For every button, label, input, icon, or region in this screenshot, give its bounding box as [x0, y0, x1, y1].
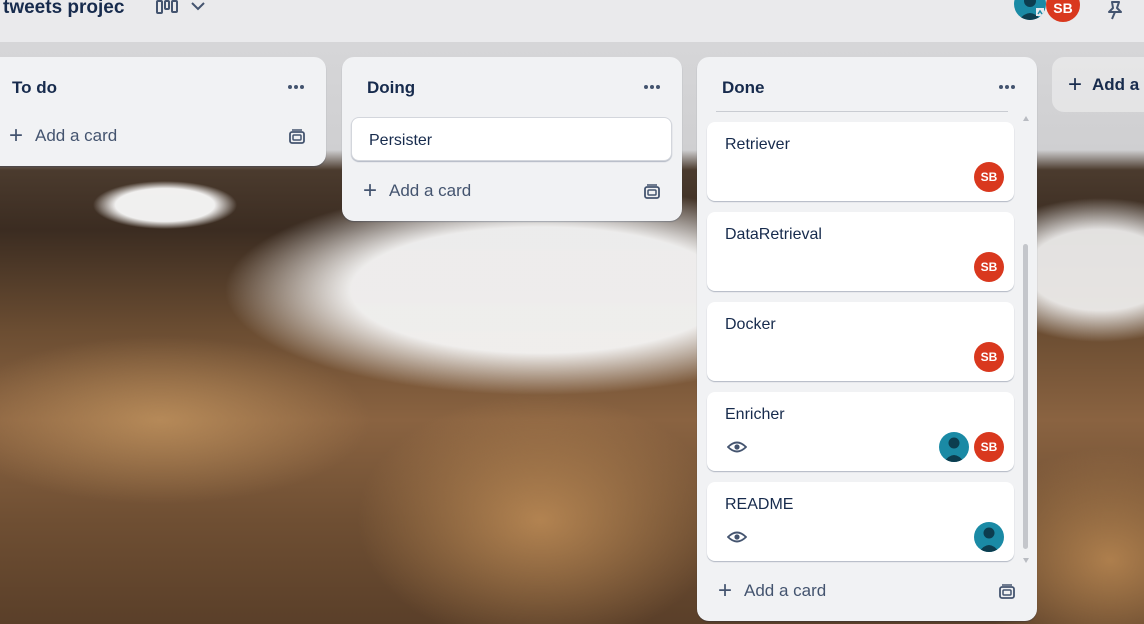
scrollbar-thumb[interactable]	[1023, 244, 1028, 549]
add-card-label: Add a card	[389, 181, 472, 200]
watch-eye-icon	[727, 441, 747, 453]
board-columns-icon	[156, 0, 178, 14]
board-header: tweets projec SB	[0, 0, 1144, 42]
plus-icon: +	[363, 177, 378, 204]
view-switcher[interactable]	[156, 0, 208, 18]
list-divider	[716, 111, 1008, 112]
list-doing: Doing Persister + Add a card	[342, 57, 682, 221]
avatar-initials: SB	[980, 440, 998, 454]
list-title[interactable]: Done	[722, 78, 765, 98]
list-menu-button[interactable]	[999, 81, 1019, 93]
list-menu-button[interactable]	[644, 81, 664, 93]
card-docker[interactable]: Docker SB	[707, 302, 1014, 381]
plus-icon: +	[1068, 70, 1083, 98]
card-persister[interactable]: Persister	[351, 117, 672, 161]
card-enricher[interactable]: Enricher SB	[707, 392, 1014, 471]
card-title: README	[725, 496, 794, 513]
add-card-button[interactable]: + Add a card	[9, 122, 118, 149]
avatar-initials: SB	[1053, 0, 1073, 16]
card-title: DataRetrieval	[725, 226, 822, 243]
list-scrollbar[interactable]	[1021, 114, 1031, 566]
card-title: Persister	[369, 132, 433, 149]
list-title[interactable]: Doing	[367, 78, 415, 98]
list-menu-button[interactable]	[288, 81, 308, 93]
add-card-button[interactable]: + Add a card	[718, 577, 827, 604]
add-card-label: Add a card	[35, 126, 118, 145]
person-icon	[979, 527, 999, 552]
card-member-avatar-person[interactable]	[974, 522, 1004, 552]
card-member-avatar-sb[interactable]: SB	[974, 342, 1004, 372]
watch-eye-icon	[727, 531, 747, 543]
card-member-avatar-sb[interactable]: SB	[974, 252, 1004, 282]
card-template-icon[interactable]	[288, 128, 306, 146]
pin-icon[interactable]	[1104, 0, 1126, 20]
board-title[interactable]: tweets projec	[3, 0, 133, 19]
plus-icon: +	[718, 577, 733, 604]
person-icon	[944, 437, 964, 462]
card-member-avatar-sb[interactable]: SB	[974, 432, 1004, 462]
add-card-button[interactable]: + Add a card	[363, 177, 472, 204]
scroll-down-icon[interactable]	[1023, 558, 1029, 563]
card-member-avatar-sb[interactable]: SB	[974, 162, 1004, 192]
list-title[interactable]: To do	[12, 78, 57, 98]
card-title: Enricher	[725, 406, 785, 423]
add-list-button[interactable]: + Add a	[1052, 57, 1144, 112]
member-avatar-sb[interactable]: SB	[1046, 0, 1080, 22]
person-icon	[1019, 0, 1044, 20]
card-title: Docker	[725, 316, 776, 333]
card-member-avatar-person[interactable]	[939, 432, 969, 462]
plus-icon: +	[9, 122, 24, 149]
card-title: Retriever	[725, 136, 790, 153]
scroll-up-icon[interactable]	[1023, 116, 1029, 121]
card-template-icon[interactable]	[998, 583, 1016, 601]
member-avatar-person[interactable]	[1014, 0, 1046, 20]
card-template-icon[interactable]	[643, 183, 661, 201]
avatar-initials: SB	[980, 170, 998, 184]
avatar-initials: SB	[980, 350, 998, 364]
card-dataretrieval[interactable]: DataRetrieval SB	[707, 212, 1014, 291]
add-card-label: Add a card	[744, 581, 827, 600]
chevron-down-icon	[191, 2, 205, 11]
avatar-initials: SB	[980, 260, 998, 274]
card-readme[interactable]: README	[707, 482, 1014, 561]
list-to-do: To do + Add a card	[0, 57, 326, 166]
card-retriever[interactable]: Retriever SB	[707, 122, 1014, 201]
add-list-label: Add a	[1092, 74, 1140, 94]
